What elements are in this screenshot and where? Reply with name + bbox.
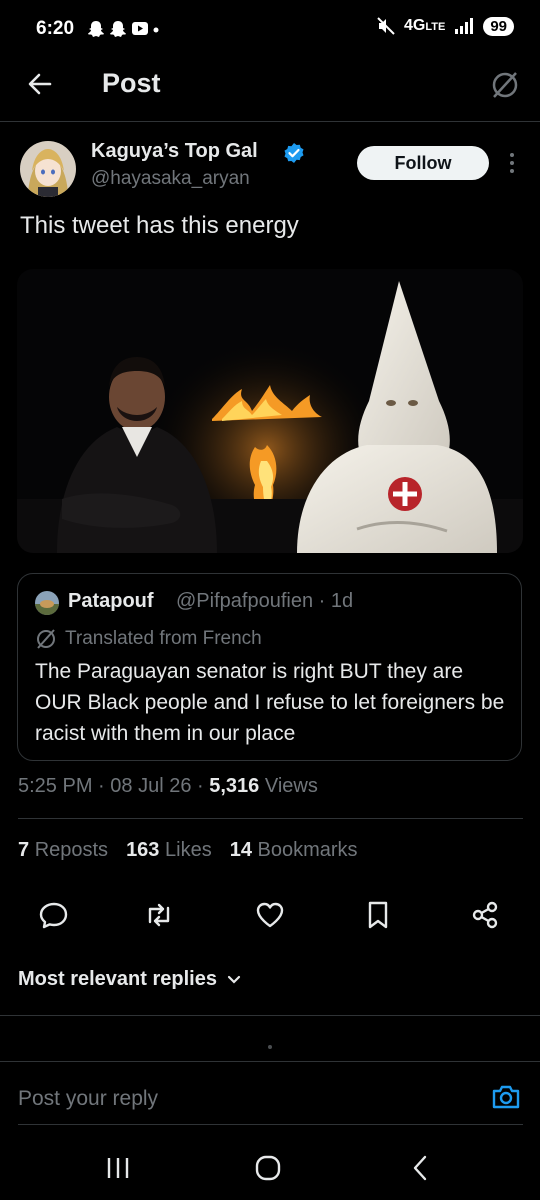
youtube-icon	[132, 22, 148, 35]
author-avatar[interactable]	[20, 141, 76, 197]
meta-separator: ·	[98, 775, 105, 797]
quote-author-avatar	[35, 591, 59, 615]
author-name[interactable]: Kaguya’s Top Gal	[91, 140, 258, 163]
author-handle[interactable]: @hayasaka_aryan	[91, 168, 250, 190]
quote-author-handle: @Pifpafpoufien	[176, 590, 314, 612]
engagement-stats: 7 Reposts 163 Likes 14 Bookmarks	[18, 839, 358, 862]
likes-stat[interactable]: 163 Likes	[126, 839, 212, 862]
camera-icon	[492, 1085, 520, 1109]
header-divider	[0, 121, 540, 122]
translate-button[interactable]	[490, 70, 520, 100]
status-right: 4GLTE 99	[376, 16, 514, 36]
reposts-count: 7	[18, 839, 30, 861]
post-timestamp-views: 5:25 PM · 08 Jul 26 · 5,316 Views	[18, 775, 318, 798]
reposts-label: Reposts	[34, 839, 109, 861]
nav-back-icon	[413, 1155, 427, 1181]
composer-underline	[18, 1124, 523, 1125]
more-options-button[interactable]	[505, 150, 519, 176]
home-icon	[255, 1155, 281, 1181]
signal-icon	[455, 18, 474, 34]
dot-icon	[153, 27, 159, 33]
reposts-stat[interactable]: 7 Reposts	[18, 839, 108, 862]
more-vertical-icon	[510, 153, 514, 173]
back-button[interactable]	[24, 68, 56, 100]
translate-icon	[37, 629, 55, 649]
post-text: This tweet has this energy	[20, 212, 299, 239]
bookmarks-count: 14	[229, 839, 252, 861]
meta-separator: ·	[197, 775, 204, 797]
snapchat-icon	[88, 21, 104, 37]
snapchat-icon	[110, 21, 126, 37]
likes-count: 163	[126, 839, 160, 861]
bookmarks-stat[interactable]: 14 Bookmarks	[230, 839, 358, 862]
reply-icon	[39, 902, 68, 929]
network-type: 4G	[404, 17, 426, 34]
page-title: Post	[102, 68, 161, 98]
back-arrow-icon	[28, 73, 52, 95]
nav-back-button[interactable]	[400, 1148, 440, 1188]
replies-sort-label: Most relevant replies	[18, 968, 217, 990]
like-button[interactable]	[253, 898, 287, 932]
translated-from-text: Translated from French	[65, 628, 262, 649]
post-date: 08 Jul 26	[110, 775, 192, 797]
follow-button[interactable]: Follow	[357, 146, 489, 180]
quote-author-meta: @Pifpafpoufien · 1d	[176, 590, 353, 613]
bookmark-icon	[368, 901, 388, 929]
divider	[0, 1015, 540, 1016]
bookmarks-label: Bookmarks	[257, 839, 358, 861]
views-label: Views	[264, 775, 318, 797]
reply-button[interactable]	[37, 898, 71, 932]
quote-separator: ·	[318, 590, 326, 612]
post-image[interactable]	[17, 269, 523, 553]
status-time: 6:20	[36, 18, 75, 39]
quote-translated-label: Translated from French	[35, 628, 262, 650]
reply-input[interactable]: Post your reply	[18, 1087, 158, 1111]
repost-icon	[148, 903, 170, 927]
likes-label: Likes	[165, 839, 212, 861]
verified-badge-icon	[283, 142, 305, 164]
share-icon	[472, 901, 498, 929]
network-suffix: LTE	[425, 21, 446, 33]
quote-author-name: Patapouf	[68, 590, 154, 612]
bookmark-button[interactable]	[361, 898, 395, 932]
composer-divider	[0, 1061, 540, 1062]
repost-button[interactable]	[142, 898, 176, 932]
replies-sort-dropdown[interactable]: Most relevant replies	[18, 968, 241, 991]
quote-age: 1d	[330, 590, 354, 612]
notification-icons	[88, 20, 160, 42]
mute-icon	[377, 17, 395, 35]
home-button[interactable]	[248, 1148, 288, 1188]
battery-level: 99	[483, 16, 514, 36]
translate-icon	[492, 72, 518, 98]
like-icon	[256, 902, 284, 928]
chevron-down-icon	[227, 975, 241, 984]
recent-apps-button[interactable]	[98, 1148, 138, 1188]
quote-text: The Paraguayan senator is right BUT they…	[35, 660, 505, 745]
post-time: 5:25 PM	[18, 775, 93, 797]
recent-apps-icon	[107, 1158, 129, 1178]
loading-indicator	[268, 1045, 272, 1049]
divider	[18, 818, 523, 819]
views-count: 5,316	[209, 775, 260, 797]
share-button[interactable]	[468, 898, 502, 932]
camera-button[interactable]	[490, 1081, 522, 1113]
